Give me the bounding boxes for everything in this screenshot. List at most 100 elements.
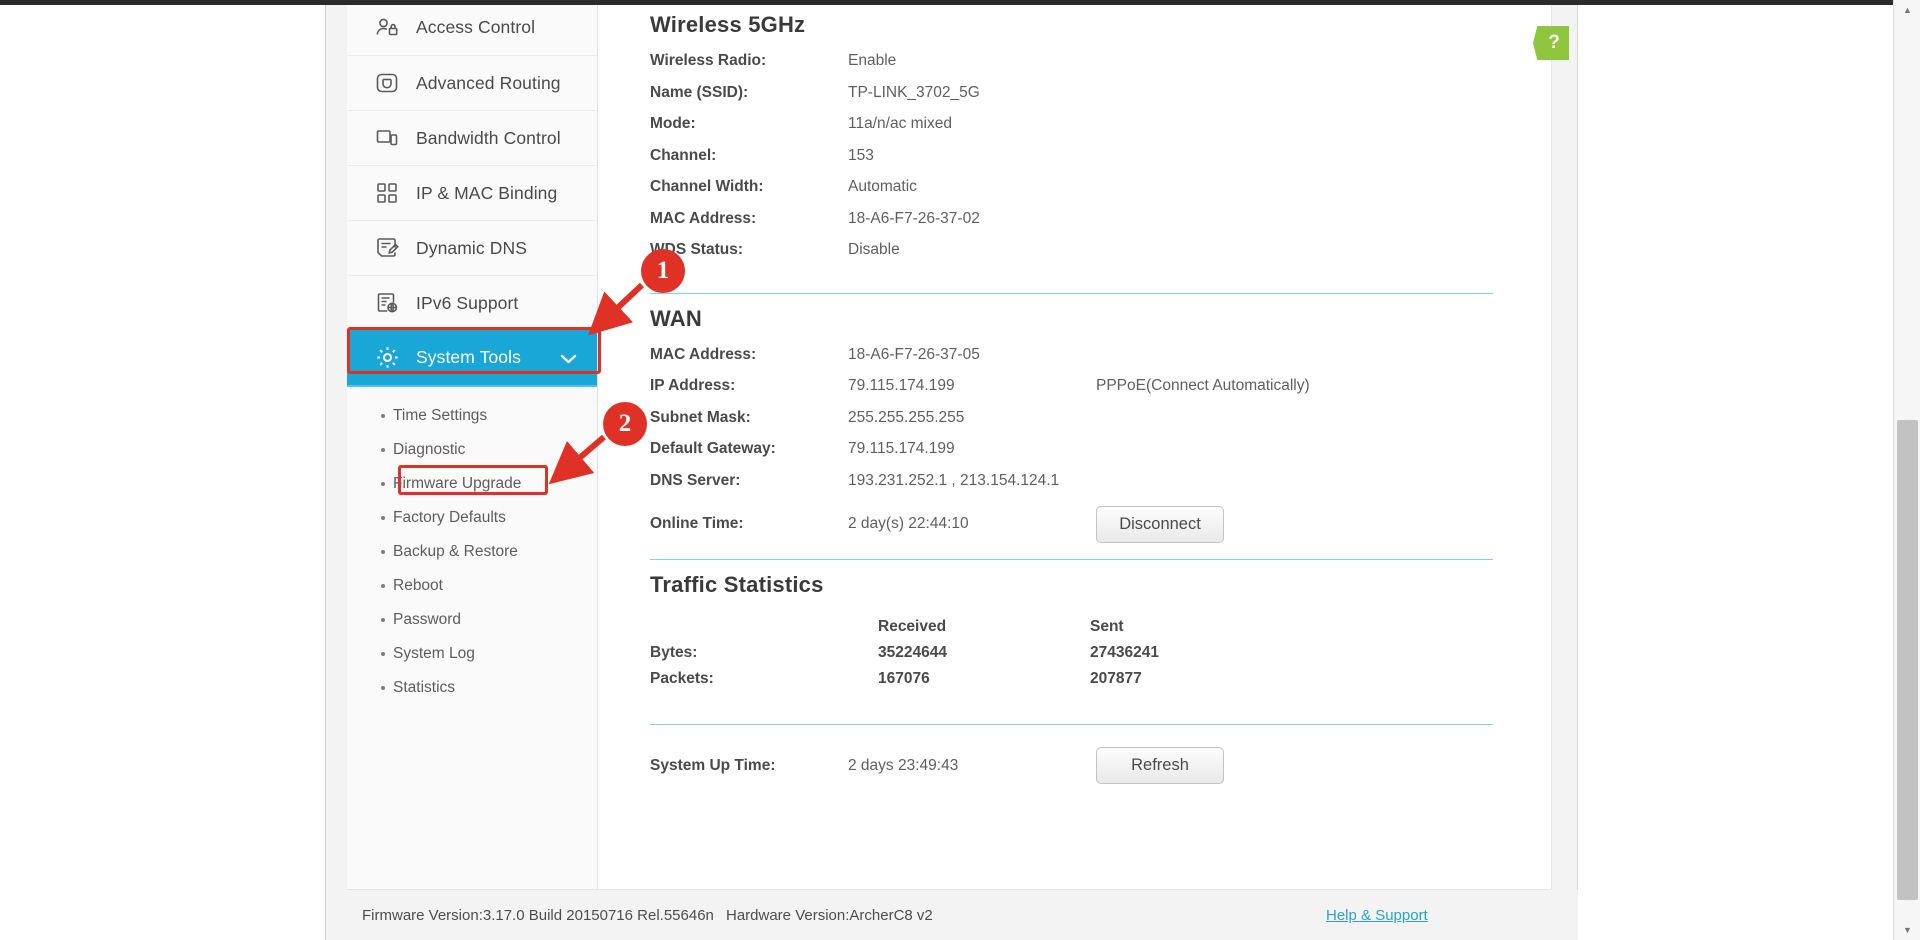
scroll-up-arrow-icon[interactable]: ▲ (1894, 0, 1920, 20)
sidebar-item-bandwidth-control[interactable]: Bandwidth Control (347, 110, 597, 165)
row-label: MAC Address: (650, 345, 757, 363)
bullet-icon (381, 652, 385, 656)
submenu-item-label: Password (393, 611, 462, 628)
section-title-wan: WAN (650, 305, 702, 331)
row-value: Automatic (848, 178, 917, 195)
info-row-ssid: Name (SSID): TP-LINK_3702_5G (650, 84, 1499, 116)
submenu-item-firmware-upgrade[interactable]: Firmware Upgrade (347, 467, 597, 501)
sidebar-item-label: Access Control (416, 17, 536, 37)
cell-received: 167076 (878, 670, 930, 687)
bullet-icon (381, 686, 385, 690)
row-label: WDS Status: (650, 241, 743, 258)
sidebar-item-advanced-routing[interactable]: Advanced Routing (347, 55, 597, 110)
bandwidth-icon (372, 123, 402, 153)
row-value: Disable (848, 241, 900, 258)
cell-sent: 207877 (1090, 670, 1142, 687)
info-row-dns-server: DNS Server: 193.231.252.1 , 213.154.124.… (650, 472, 1499, 504)
info-row-mode: Mode: 11a/n/ac mixed (650, 115, 1499, 147)
submenu-item-label: System Log (393, 645, 475, 662)
row-value: 18-A6-F7-26-37-02 (848, 209, 980, 227)
hardware-version-text: Hardware Version:ArcherC8 v2 (726, 906, 933, 924)
info-row-channel-width: Channel Width: Automatic (650, 178, 1499, 210)
submenu-item-factory-defaults[interactable]: Factory Defaults (347, 501, 597, 535)
row-label: Subnet Mask: (650, 408, 751, 426)
info-row-wireless-radio: Wireless Radio: Enable (650, 52, 1499, 84)
refresh-button[interactable]: Refresh (1096, 747, 1224, 784)
row-label: MAC Address: (650, 209, 757, 227)
bullet-icon (381, 414, 385, 418)
system-uptime-row: System Up Time: 2 days 23:49:43 Refresh (650, 725, 1499, 784)
info-row-wan-mac: MAC Address: 18-A6-F7-26-37-05 (650, 346, 1499, 378)
row-label: Default Gateway: (650, 440, 776, 457)
row-label: DNS Server: (650, 471, 741, 489)
scrollbar-thumb[interactable] (1897, 420, 1918, 900)
row-label: System Up Time: (650, 756, 776, 774)
bullet-icon (381, 584, 385, 588)
sidebar-item-label: Bandwidth Control (416, 127, 561, 148)
browser-viewport: Access Control Advanced Routing Bandwidt… (0, 5, 1893, 940)
row-value: 153 (848, 146, 874, 164)
submenu-item-backup-restore[interactable]: Backup & Restore (347, 535, 597, 569)
browser-scrollbar[interactable]: ▲ ▼ (1893, 0, 1920, 940)
help-question-icon[interactable]: ? (1533, 26, 1569, 60)
table-row: Bytes: 35224644 27436241 (650, 644, 1499, 670)
submenu-item-reboot[interactable]: Reboot (347, 569, 597, 603)
bullet-icon (381, 448, 385, 452)
sidebar-item-access-control[interactable]: Access Control (347, 5, 597, 55)
section-title-wireless-5ghz: Wireless 5GHz (650, 12, 806, 37)
scroll-down-arrow-icon[interactable]: ▼ (1894, 920, 1920, 940)
disconnect-button[interactable]: Disconnect (1096, 505, 1224, 543)
sidebar-item-label: System Tools (416, 347, 521, 367)
submenu-item-system-log[interactable]: System Log (347, 637, 597, 671)
row-value: 79.115.174.199 (848, 377, 955, 394)
row-label: Packets: (650, 670, 714, 687)
bullet-icon (381, 550, 385, 554)
submenu-item-diagnostic[interactable]: Diagnostic (347, 433, 597, 467)
column-header-sent: Sent (1090, 618, 1124, 635)
edit-document-icon (372, 233, 402, 263)
row-label: Channel Width: (650, 178, 764, 195)
bullet-icon (381, 516, 385, 520)
row-value: 2 days 23:49:43 (848, 756, 959, 774)
row-label: IP Address: (650, 377, 736, 394)
submenu-item-time-settings[interactable]: Time Settings (347, 399, 597, 433)
submenu-item-label: Statistics (393, 679, 456, 696)
sidebar-item-ip-mac-binding[interactable]: IP & MAC Binding (347, 165, 597, 220)
firmware-version-text: Firmware Version:3.17.0 Build 20150716 R… (362, 906, 714, 924)
row-value: 2 day(s) 22:44:10 (848, 515, 969, 532)
submenu-item-label: Diagnostic (393, 441, 466, 458)
help-and-support-link[interactable]: Help & Support (1326, 907, 1428, 924)
row-value: 255.255.255.255 (848, 408, 965, 426)
table-row: Packets: 167076 207877 (650, 670, 1499, 696)
user-lock-icon (372, 13, 402, 43)
info-row-default-gateway: Default Gateway: 79.115.174.199 (650, 440, 1499, 472)
info-row-wds-status: WDS Status: Disable (650, 241, 1499, 273)
info-row-wireless-mac: MAC Address: 18-A6-F7-26-37-02 (650, 210, 1499, 242)
bullet-icon (381, 618, 385, 622)
page-footer: Firmware Version:3.17.0 Build 20150716 R… (326, 890, 1578, 940)
sidebar-item-label: IPv6 Support (416, 292, 519, 313)
row-label: Bytes: (650, 644, 698, 661)
sidebar-navigation: Access Control Advanced Routing Bandwidt… (347, 5, 598, 890)
system-tools-submenu: Time Settings Diagnostic Firmware Upgrad… (347, 385, 597, 727)
sidebar-item-label: IP & MAC Binding (416, 182, 558, 203)
row-value: 18-A6-F7-26-37-05 (848, 345, 980, 363)
grid-blocks-icon (372, 178, 402, 208)
sidebar-item-ipv6-support[interactable]: IPv6 Support (347, 275, 597, 330)
submenu-item-password[interactable]: Password (347, 603, 597, 637)
sidebar-item-system-tools[interactable]: System Tools (347, 330, 597, 387)
cell-received: 35224644 (878, 644, 947, 661)
info-row-subnet-mask: Subnet Mask: 255.255.255.255 (650, 409, 1499, 441)
sidebar-item-dynamic-dns[interactable]: Dynamic DNS (347, 220, 597, 275)
row-label: Mode: (650, 115, 696, 132)
status-content-panel: Wireless 5GHz Wireless Radio: Enable Nam… (598, 5, 1552, 890)
traffic-table-header: Received Sent (650, 612, 1499, 644)
row-label: Wireless Radio: (650, 52, 767, 69)
submenu-item-label: Reboot (393, 577, 443, 594)
info-row-online-time: Online Time: 2 day(s) 22:44:10 Disconnec… (650, 503, 1499, 545)
row-value: 11a/n/ac mixed (848, 115, 952, 132)
cell-sent: 27436241 (1090, 644, 1159, 661)
submenu-item-statistics[interactable]: Statistics (347, 671, 597, 705)
bullet-icon (381, 482, 385, 486)
section-title-traffic-statistics: Traffic Statistics (650, 572, 824, 597)
